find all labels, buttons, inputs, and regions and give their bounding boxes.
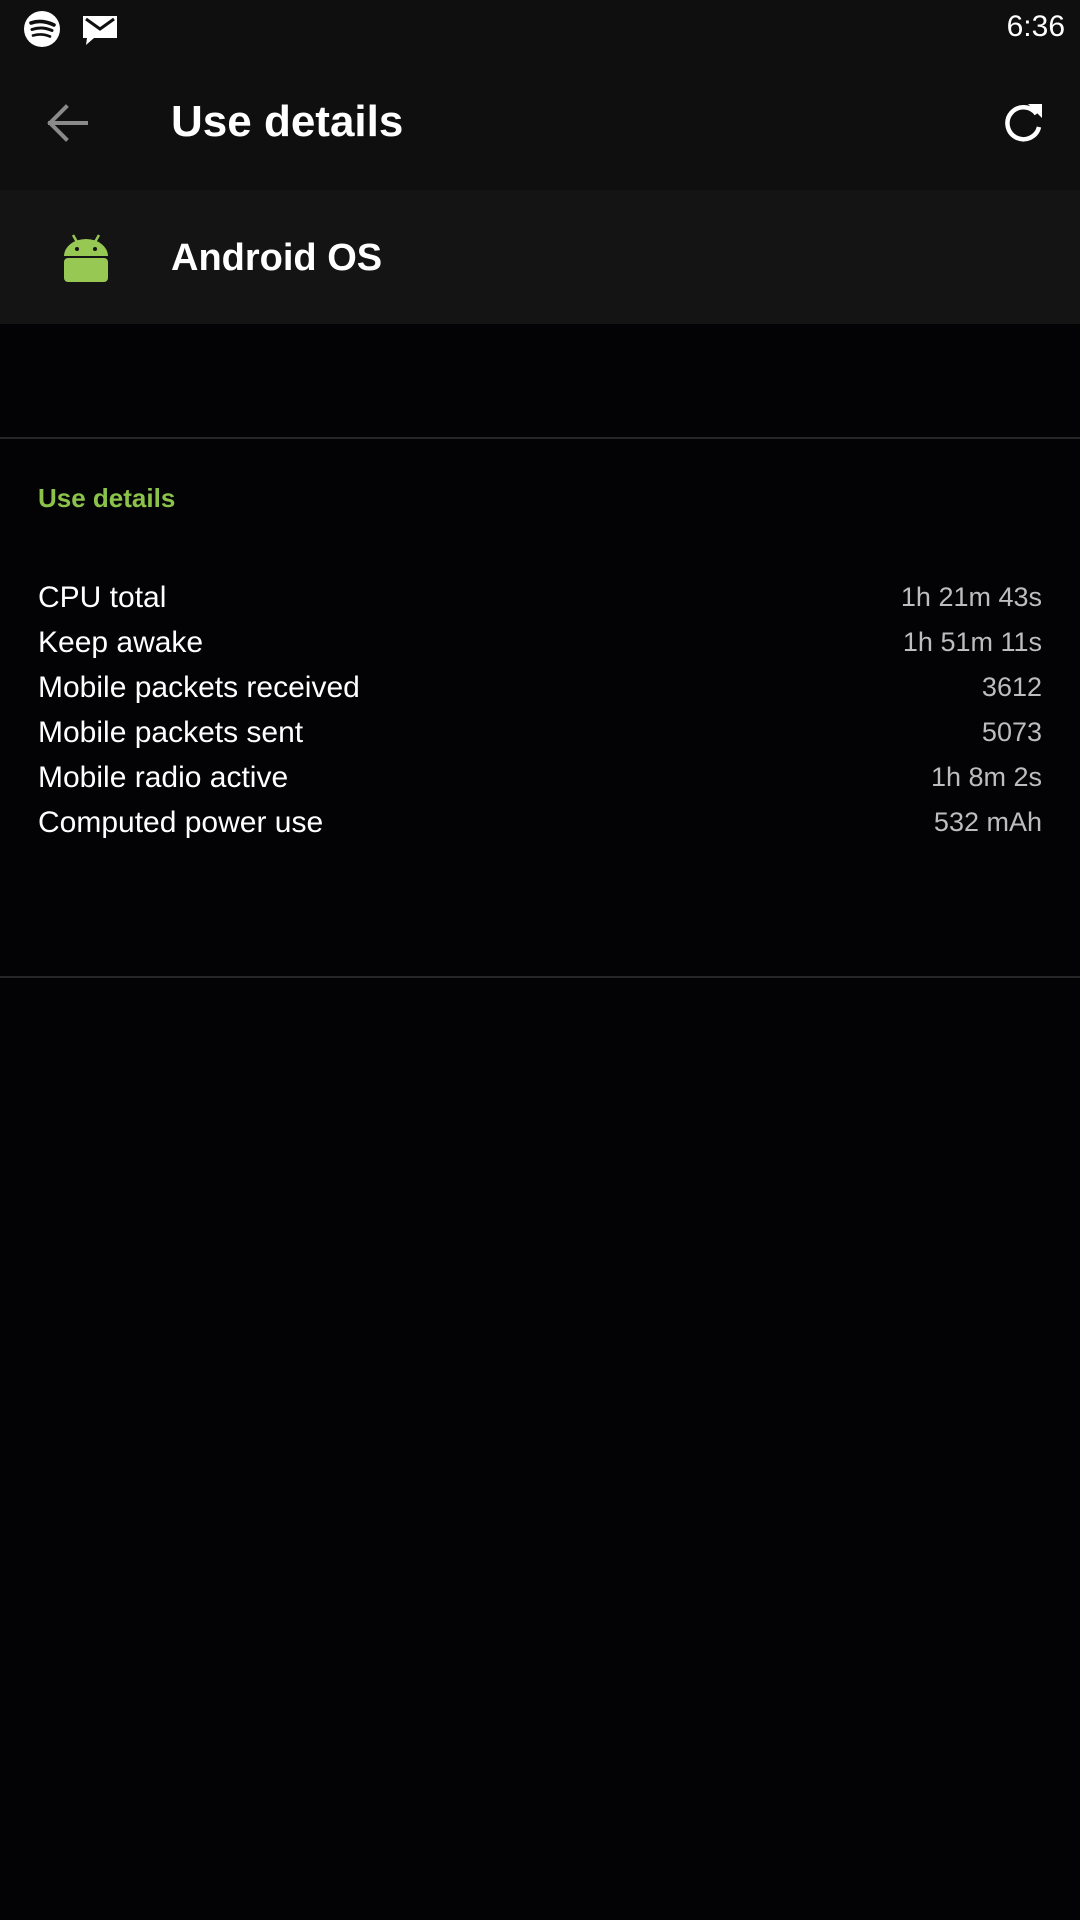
section-title: Use details	[38, 483, 176, 513]
details-list: CPU total 1h 21m 43s Keep awake 1h 51m 1…	[38, 575, 1042, 845]
divider	[0, 976, 1080, 978]
detail-label: Mobile packets received	[38, 671, 360, 704]
status-bar: 6:36	[0, 0, 1080, 56]
detail-row-computed-power-use: Computed power use 532 mAh	[38, 800, 1042, 845]
detail-value: 532 mAh	[933, 807, 1042, 837]
status-time: 6:36	[1006, 10, 1065, 43]
app-bar: Use details	[0, 56, 1080, 190]
android-icon	[64, 234, 108, 282]
detail-label: Mobile radio active	[38, 761, 289, 794]
detail-label: Keep awake	[38, 626, 204, 659]
app-header: Android OS	[0, 190, 1080, 324]
detail-row-mobile-radio-active: Mobile radio active 1h 8m 2s	[38, 755, 1042, 800]
arrow-back-icon[interactable]	[40, 99, 92, 147]
app-name: Android OS	[171, 237, 383, 279]
divider	[0, 437, 1080, 439]
detail-value: 1h 21m 43s	[900, 582, 1042, 612]
mail-icon	[83, 16, 117, 45]
detail-value: 3612	[981, 672, 1042, 702]
detail-value: 1h 51m 11s	[902, 627, 1042, 657]
detail-row-mobile-packets-sent: Mobile packets sent 5073	[38, 710, 1042, 755]
detail-value: 5073	[981, 717, 1042, 747]
detail-row-keep-awake: Keep awake 1h 51m 11s	[38, 620, 1042, 665]
detail-label: Mobile packets sent	[38, 716, 304, 749]
detail-row-mobile-packets-received: Mobile packets received 3612	[38, 665, 1042, 710]
detail-label: Computed power use	[38, 806, 324, 839]
detail-row-cpu-total: CPU total 1h 21m 43s	[38, 575, 1042, 620]
page-title: Use details	[171, 97, 404, 146]
detail-value: 1h 8m 2s	[930, 762, 1042, 792]
spotify-icon	[24, 11, 60, 47]
detail-label: CPU total	[38, 581, 167, 614]
refresh-icon[interactable]	[998, 98, 1048, 148]
